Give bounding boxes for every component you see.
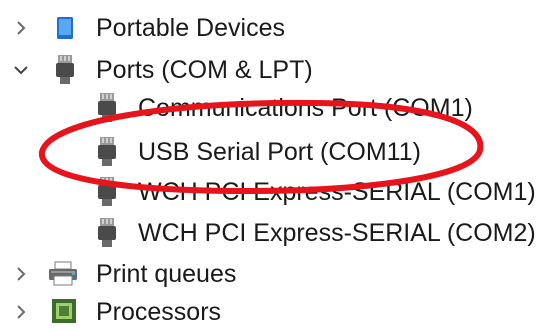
- processor-chip-icon: [52, 299, 76, 323]
- tree-item-label: WCH PCI Express-SERIAL (COM1): [138, 178, 536, 206]
- tree-item-label: WCH PCI Express-SERIAL (COM2): [138, 219, 536, 247]
- tree-item-label: Print queues: [96, 260, 237, 288]
- tree-item-label: Ports (COM & LPT): [96, 56, 313, 84]
- tree-item-communications-port[interactable]: Communications Port (COM1): [0, 88, 538, 128]
- chevron-right-icon[interactable]: [10, 263, 32, 285]
- chevron-right-icon[interactable]: [10, 301, 32, 323]
- tree-item-label: Portable Devices: [96, 14, 285, 42]
- port-connector-icon: [98, 137, 116, 166]
- tree-item-wch-serial-com2[interactable]: WCH PCI Express-SERIAL (COM2): [0, 213, 538, 253]
- port-connector-icon: [98, 177, 116, 206]
- tree-item-usb-serial-port[interactable]: USB Serial Port (COM11): [0, 132, 538, 172]
- portable-device-icon: [57, 17, 73, 39]
- port-connector-icon: [56, 55, 74, 84]
- tree-item-processors[interactable]: Processors: [0, 292, 538, 332]
- tree-item-label: Communications Port (COM1): [138, 94, 473, 122]
- chevron-down-icon[interactable]: [10, 59, 32, 81]
- port-connector-icon: [98, 218, 116, 247]
- printer-icon: [49, 261, 77, 286]
- device-manager-tree: Portable Devices Ports (COM & LPT) Commu…: [0, 0, 538, 326]
- tree-item-wch-serial-com1[interactable]: WCH PCI Express-SERIAL (COM1): [0, 172, 538, 212]
- chevron-right-icon[interactable]: [10, 17, 32, 39]
- tree-item-print-queues[interactable]: Print queues: [0, 254, 538, 294]
- port-connector-icon: [98, 93, 116, 122]
- tree-item-ports[interactable]: Ports (COM & LPT): [0, 50, 538, 90]
- tree-item-portable-devices[interactable]: Portable Devices: [0, 8, 538, 48]
- tree-item-label: Processors: [96, 298, 222, 326]
- tree-item-label: USB Serial Port (COM11): [138, 138, 421, 166]
